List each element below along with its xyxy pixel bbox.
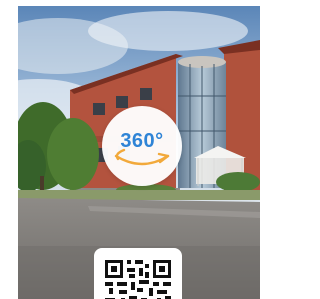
qr-code-panel[interactable] [94, 248, 182, 299]
panorama-card[interactable]: 360° [18, 6, 260, 299]
qr-code-icon [105, 260, 171, 299]
badge-label: 360° [120, 130, 164, 152]
view-360-button[interactable]: 360° [102, 106, 182, 186]
